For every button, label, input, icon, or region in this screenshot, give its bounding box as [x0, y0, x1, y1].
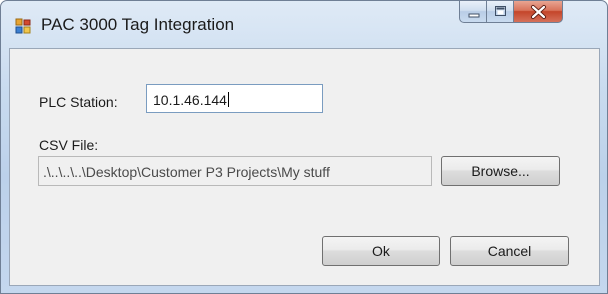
text-caret [227, 92, 229, 107]
csv-file-path-field: .\..\..\..\Desktop\Customer P3 Projects\… [38, 156, 432, 186]
maximize-icon [495, 6, 506, 16]
dialog-body: PLC Station: 10.1.46.144 CSV File: .\..\… [9, 48, 600, 286]
csv-file-label: CSV File: [39, 137, 99, 153]
close-icon [531, 5, 546, 19]
maximize-button[interactable] [487, 1, 514, 23]
title-bar[interactable]: PAC 3000 Tag Integration [1, 1, 607, 48]
window-title: PAC 3000 Tag Integration [41, 15, 235, 34]
dialog-window: PAC 3000 Tag Integration PLC Station: 10… [0, 0, 608, 294]
plc-station-input[interactable]: 10.1.46.144 [146, 84, 323, 113]
browse-button[interactable]: Browse... [441, 156, 560, 186]
app-window-icon [15, 18, 31, 34]
close-button[interactable] [514, 1, 563, 23]
minimize-icon [468, 13, 480, 18]
plc-station-value: 10.1.46.144 [153, 92, 227, 108]
cancel-button[interactable]: Cancel [450, 236, 569, 266]
minimize-button[interactable] [459, 1, 487, 23]
ok-button[interactable]: Ok [322, 236, 440, 266]
caption-buttons [459, 1, 563, 25]
plc-station-label: PLC Station: [39, 94, 118, 110]
